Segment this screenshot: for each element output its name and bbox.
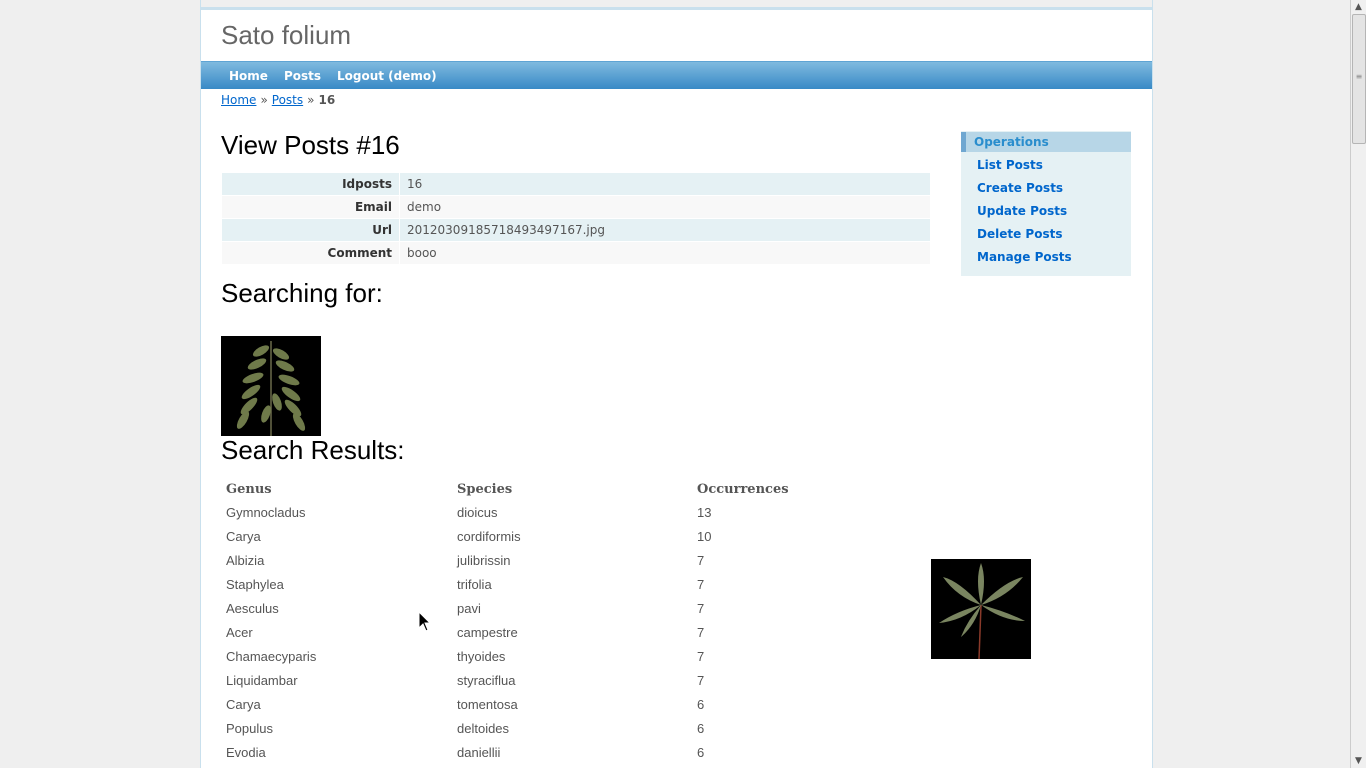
breadcrumb-posts[interactable]: Posts — [272, 93, 303, 107]
genus-cell: Aesculus — [226, 600, 279, 616]
list-item: Delete Posts — [977, 227, 1131, 250]
update-posts-link[interactable]: Update Posts — [977, 204, 1067, 218]
table-row: Evodia daniellii 6 — [221, 740, 802, 764]
species-cell: trifolia — [457, 576, 492, 592]
species-cell: tomentosa — [457, 696, 518, 712]
menu-home[interactable]: Home — [221, 62, 276, 89]
detail-label: Idposts — [222, 173, 399, 195]
species-cell: deltoides — [457, 720, 510, 736]
searching-for-heading: Searching for: — [221, 278, 383, 308]
occurrences-cell: 6 — [697, 696, 705, 712]
breadcrumb: Home» Posts» 16 — [221, 93, 335, 107]
occurrences-cell: 13 — [697, 504, 712, 520]
table-row: Aesculus pavi 7 — [221, 596, 802, 620]
results-header-row: Genus Species Occurrences — [221, 476, 802, 500]
species-cell: campestre — [457, 624, 518, 640]
breadcrumb-current: 16 — [318, 93, 336, 107]
species-cell: julibrissin — [457, 552, 511, 568]
occurrences-cell: 7 — [697, 624, 705, 640]
list-item: List Posts — [977, 158, 1131, 181]
column-header-species: Species — [457, 481, 513, 497]
occurrences-cell: 10 — [697, 528, 712, 544]
scroll-grip-icon: ≡ — [1355, 72, 1363, 81]
breadcrumb-home[interactable]: Home — [221, 93, 256, 107]
scroll-thumb[interactable]: ≡ — [1352, 14, 1366, 144]
genus-cell: Populus — [226, 720, 273, 736]
occurrences-cell: 7 — [697, 600, 705, 616]
top-margin — [201, 0, 1152, 7]
page-title: View Posts #16 — [221, 130, 400, 160]
genus-cell: Liquidambar — [226, 672, 298, 688]
occurrences-cell: 6 — [697, 744, 705, 760]
detail-value: booo — [400, 242, 930, 264]
column-header-occurrences: Occurrences — [697, 481, 789, 497]
detail-row-url: Url 20120309185718493497167.jpg — [222, 219, 930, 241]
search-results-heading: Search Results: — [221, 435, 405, 465]
list-item: Update Posts — [977, 204, 1131, 227]
result-leaf-image — [931, 559, 1031, 660]
genus-cell: Evodia — [226, 744, 266, 760]
species-cell: styraciflua — [457, 672, 516, 688]
table-row: Staphylea trifolia 7 — [221, 572, 802, 596]
occurrences-cell: 7 — [697, 552, 705, 568]
species-cell: pavi — [457, 600, 481, 616]
operations-list: List Posts Create Posts Update Posts Del… — [961, 158, 1131, 273]
genus-cell: Gymnocladus — [226, 504, 306, 520]
list-posts-link[interactable]: List Posts — [977, 158, 1043, 172]
detail-value: 16 — [400, 173, 930, 195]
header-accent — [201, 7, 1152, 10]
table-row: Albizia julibrissin 7 — [221, 548, 802, 572]
manage-posts-link[interactable]: Manage Posts — [977, 250, 1072, 264]
menu-posts[interactable]: Posts — [276, 62, 329, 89]
species-cell: thyoides — [457, 648, 506, 664]
table-row: Carya cordiformis 10 — [221, 524, 802, 548]
detail-label: Comment — [222, 242, 399, 264]
detail-row-email: Email demo — [222, 196, 930, 218]
detail-value: demo — [400, 196, 930, 218]
vertical-scrollbar[interactable]: ▲ ≡ ▼ — [1350, 0, 1366, 768]
detail-label: Email — [222, 196, 399, 218]
page-container: Sato folium Home Posts Logout (demo) Hom… — [200, 0, 1153, 768]
occurrences-cell: 6 — [697, 720, 705, 736]
list-item: Create Posts — [977, 181, 1131, 204]
table-row: Liquidambar styraciflua 7 — [221, 668, 802, 692]
breadcrumb-separator: » — [260, 93, 268, 107]
query-leaf-image — [221, 336, 321, 436]
genus-cell: Albizia — [226, 552, 265, 568]
detail-row-comment: Comment booo — [222, 242, 930, 264]
genus-cell: Carya — [226, 528, 261, 544]
detail-row-idposts: Idposts 16 — [222, 173, 930, 195]
detail-view-table: Idposts 16 Email demo Url 20120309185718… — [221, 172, 931, 265]
detail-value: 20120309185718493497167.jpg — [400, 219, 930, 241]
table-row: Chamaecyparis thyoides 7 — [221, 644, 802, 668]
occurrences-cell: 7 — [697, 648, 705, 664]
genus-cell: Acer — [226, 624, 253, 640]
breadcrumb-separator: » — [307, 93, 315, 107]
species-cell: daniellii — [457, 744, 501, 760]
operations-title: Operations — [961, 132, 1131, 152]
search-results-table: Genus Species Occurrences Gymnocladus di… — [221, 476, 802, 764]
main-menu: Home Posts Logout (demo) — [201, 61, 1152, 89]
list-item: Manage Posts — [977, 250, 1131, 273]
detail-label: Url — [222, 219, 399, 241]
scroll-down-arrow-icon[interactable]: ▼ — [1351, 754, 1366, 768]
species-cell: dioicus — [457, 504, 498, 520]
delete-posts-link[interactable]: Delete Posts — [977, 227, 1062, 241]
create-posts-link[interactable]: Create Posts — [977, 181, 1063, 195]
operations-portlet: Operations List Posts Create Posts Updat… — [961, 131, 1131, 276]
scroll-up-arrow-icon[interactable]: ▲ — [1351, 0, 1366, 14]
species-cell: cordiformis — [457, 528, 521, 544]
occurrences-cell: 7 — [697, 672, 705, 688]
occurrences-cell: 7 — [697, 576, 705, 592]
column-header-genus: Genus — [226, 481, 272, 497]
menu-logout[interactable]: Logout (demo) — [329, 62, 445, 89]
table-row: Carya tomentosa 6 — [221, 692, 802, 716]
table-row: Acer campestre 7 — [221, 620, 802, 644]
site-logo: Sato folium — [221, 20, 352, 50]
genus-cell: Carya — [226, 696, 261, 712]
table-row: Populus deltoides 6 — [221, 716, 802, 740]
table-row: Gymnocladus dioicus 13 — [221, 500, 802, 524]
genus-cell: Staphylea — [226, 576, 284, 592]
genus-cell: Chamaecyparis — [226, 648, 317, 664]
